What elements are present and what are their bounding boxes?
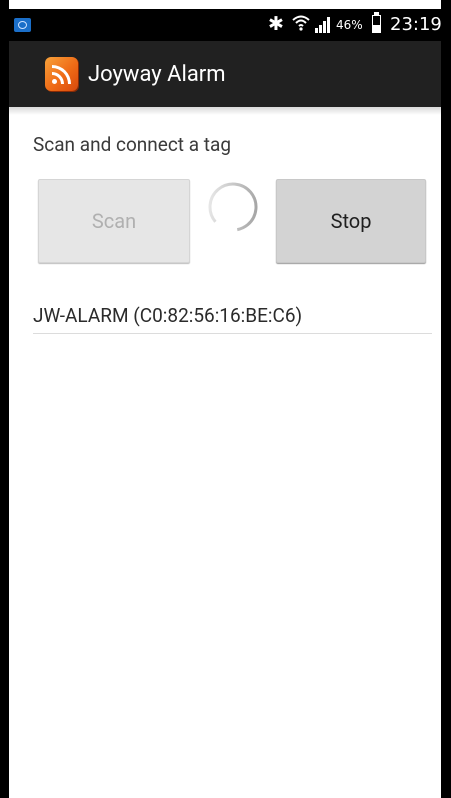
battery-icon xyxy=(372,15,381,33)
screen-border-left xyxy=(0,0,9,798)
app-screen: ✱ 46% 23:19 Joyway Alarm Scan and connec… xyxy=(0,0,451,798)
status-bar: ✱ 46% 23:19 xyxy=(9,9,442,41)
section-label: Scan and connect a tag xyxy=(33,133,232,156)
loading-spinner xyxy=(208,182,258,232)
status-clock: 23:19 xyxy=(390,14,442,35)
app-title: Joyway Alarm xyxy=(88,62,226,87)
scan-button[interactable]: Scan xyxy=(38,179,190,263)
device-list-item[interactable]: JW-ALARM (C0:82:56:16:BE:C6) xyxy=(33,303,432,334)
action-bar: Joyway Alarm xyxy=(9,41,441,107)
battery-percent: 46% xyxy=(336,18,363,32)
cell-signal-icon xyxy=(315,17,330,33)
rss-dot xyxy=(52,79,57,84)
action-bar-shadow xyxy=(9,107,441,115)
notification-app-icon[interactable] xyxy=(14,18,31,32)
stop-button[interactable]: Stop xyxy=(276,179,426,263)
bluetooth-icon: ✱ xyxy=(268,13,284,35)
screen-border-right xyxy=(441,0,451,798)
battery-level-fill xyxy=(373,24,380,32)
rss-feed-icon[interactable] xyxy=(45,57,78,91)
wifi-icon xyxy=(291,13,311,38)
